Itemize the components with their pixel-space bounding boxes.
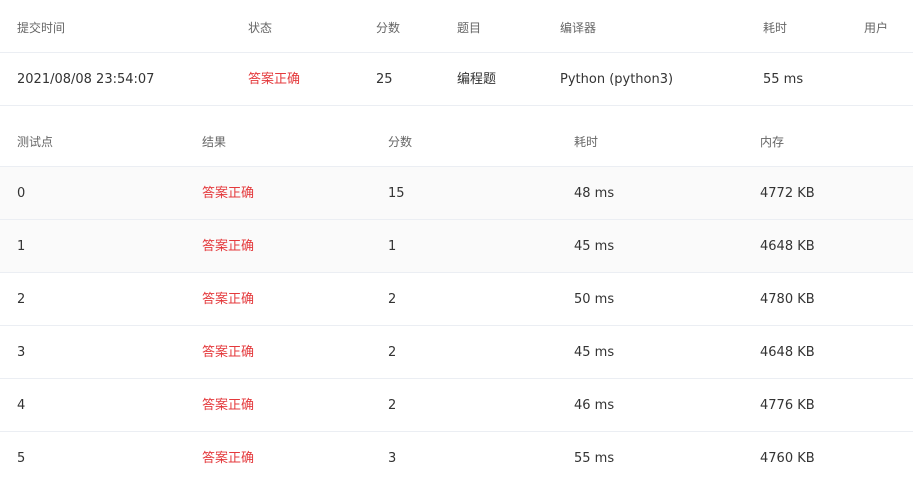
test-memory: 4776 KB (760, 398, 815, 413)
test-score: 2 (388, 292, 397, 307)
test-score: 15 (388, 186, 405, 201)
test-memory: 4772 KB (760, 186, 815, 201)
header-user: 用户 (864, 21, 889, 35)
header-test-point: 测试点 (17, 135, 54, 149)
test-duration: 46 ms (574, 398, 615, 413)
test-point-id: 4 (17, 398, 26, 413)
test-duration: 50 ms (574, 292, 615, 307)
table-row: 0 答案正确 15 48 ms 4772 KB (0, 167, 913, 220)
test-point-id: 0 (17, 186, 26, 201)
header-result: 结果 (202, 135, 227, 149)
test-memory: 4648 KB (760, 345, 815, 360)
problem-link[interactable]: 编程题 (457, 53, 496, 107)
header-duration: 耗时 (763, 21, 788, 35)
cases-header-row: 测试点 结果 分数 耗时 内存 (0, 114, 913, 167)
table-row: 1 答案正确 1 45 ms 4648 KB (0, 220, 913, 273)
header-status: 状态 (248, 21, 273, 35)
submission-score: 25 (376, 72, 393, 87)
test-point-id: 2 (17, 292, 26, 307)
test-memory: 4648 KB (760, 239, 815, 254)
test-point-id: 1 (17, 239, 26, 254)
test-point-id: 3 (17, 345, 26, 360)
table-row: 4 答案正确 2 46 ms 4776 KB (0, 379, 913, 432)
submission-duration: 55 ms (763, 72, 804, 87)
table-row: 3 答案正确 2 45 ms 4648 KB (0, 326, 913, 379)
test-result: 答案正确 (202, 345, 255, 360)
table-row: 5 答案正确 3 55 ms 4760 KB (0, 432, 913, 485)
header-score: 分数 (376, 21, 401, 35)
table-row: 2 答案正确 2 50 ms 4780 KB (0, 273, 913, 326)
header-submit-time: 提交时间 (17, 21, 66, 35)
header-memory: 内存 (760, 135, 785, 149)
header-case-score: 分数 (388, 135, 413, 149)
summary-data-row: 2021/08/08 23:54:07 答案正确 25 编程题 Python (… (0, 53, 913, 106)
test-duration: 45 ms (574, 345, 615, 360)
submit-time: 2021/08/08 23:54:07 (17, 72, 155, 87)
test-duration: 48 ms (574, 186, 615, 201)
test-result: 答案正确 (202, 186, 255, 201)
test-score: 2 (388, 398, 397, 413)
submission-status: 答案正确 (248, 72, 301, 87)
submission-summary-table: 提交时间 状态 分数 题目 编译器 耗时 用户 2021/08/08 23:54… (0, 0, 913, 106)
test-score: 2 (388, 345, 397, 360)
test-result: 答案正确 (202, 398, 255, 413)
compiler-name: Python (python3) (560, 72, 674, 87)
test-result: 答案正确 (202, 292, 255, 307)
header-case-duration: 耗时 (574, 135, 599, 149)
test-memory: 4780 KB (760, 292, 815, 307)
test-result: 答案正确 (202, 239, 255, 254)
test-cases-table: 测试点 结果 分数 耗时 内存 0 答案正确 15 48 ms 4772 KB … (0, 114, 913, 485)
header-problem: 题目 (457, 21, 482, 35)
header-compiler: 编译器 (560, 21, 597, 35)
test-duration: 45 ms (574, 239, 615, 254)
test-score: 1 (388, 239, 397, 254)
summary-header-row: 提交时间 状态 分数 题目 编译器 耗时 用户 (0, 0, 913, 53)
